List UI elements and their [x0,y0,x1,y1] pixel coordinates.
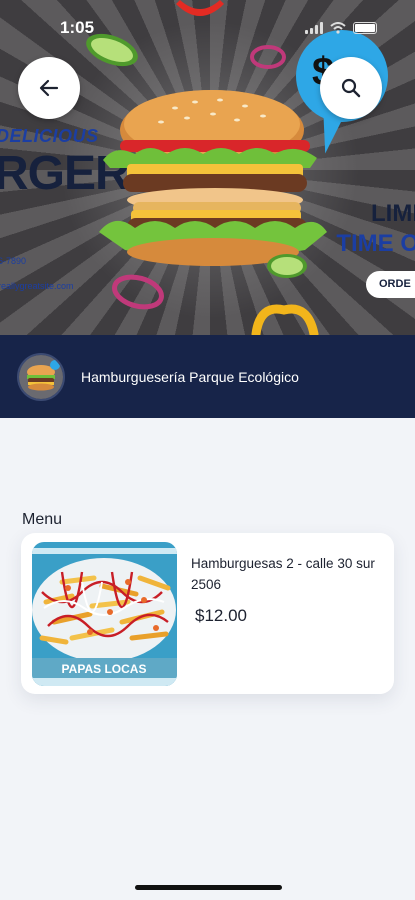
menu-item-title: Hamburguesas 2 - calle 30 sur 2506 [191,556,375,592]
arrow-left-icon [39,79,59,97]
fries-dish-image: PAPAS LOCAS [32,542,177,686]
pepper-decoration [176,0,224,16]
battery-icon [353,22,377,34]
burger-illustration [99,90,327,266]
status-time: 1:05 [60,18,95,37]
banner-limited-text: LIMI [371,200,415,227]
back-button[interactable] [18,57,80,119]
restaurant-name: Hamburguesería Parque Ecológico [81,368,299,385]
menu-item-card[interactable]: PAPAS LOCAS Hamburguesas 2 - calle 30 su… [21,533,394,694]
home-indicator[interactable] [135,885,282,890]
yellow-pepper-decoration [251,304,319,335]
banner-website-text: reallygreatsite.com [0,281,74,291]
wifi-icon [330,22,346,34]
search-button[interactable] [320,57,382,119]
cellular-signal-icon [305,22,323,34]
hero-banner: DELICIOUS RGER 6-7890 reallygreatsite.co… [0,0,415,335]
cucumber-slice-decoration-2 [267,254,307,278]
menu-heading: Menu [22,511,63,528]
menu-item-price: $12.00 [195,606,247,625]
onion-ring-decoration [250,45,286,69]
restaurant-logo-image [19,354,63,399]
banner-delicious-text: DELICIOUS [0,126,99,146]
restaurant-header-bar: Hamburguesería Parque Ecológico [0,335,415,418]
banner-order-pill: ORDE [366,271,415,298]
restaurant-logo[interactable] [17,352,65,401]
onion-ring-decoration-2 [112,274,164,310]
search-icon [341,78,361,98]
status-icons [305,22,377,34]
menu-item-image-caption: PAPAS LOCAS [62,662,147,676]
banner-phone-text: 6-7890 [0,256,27,266]
banner-time-offer-text: TIME O [336,230,415,257]
menu-item-image: PAPAS LOCAS [32,542,177,686]
